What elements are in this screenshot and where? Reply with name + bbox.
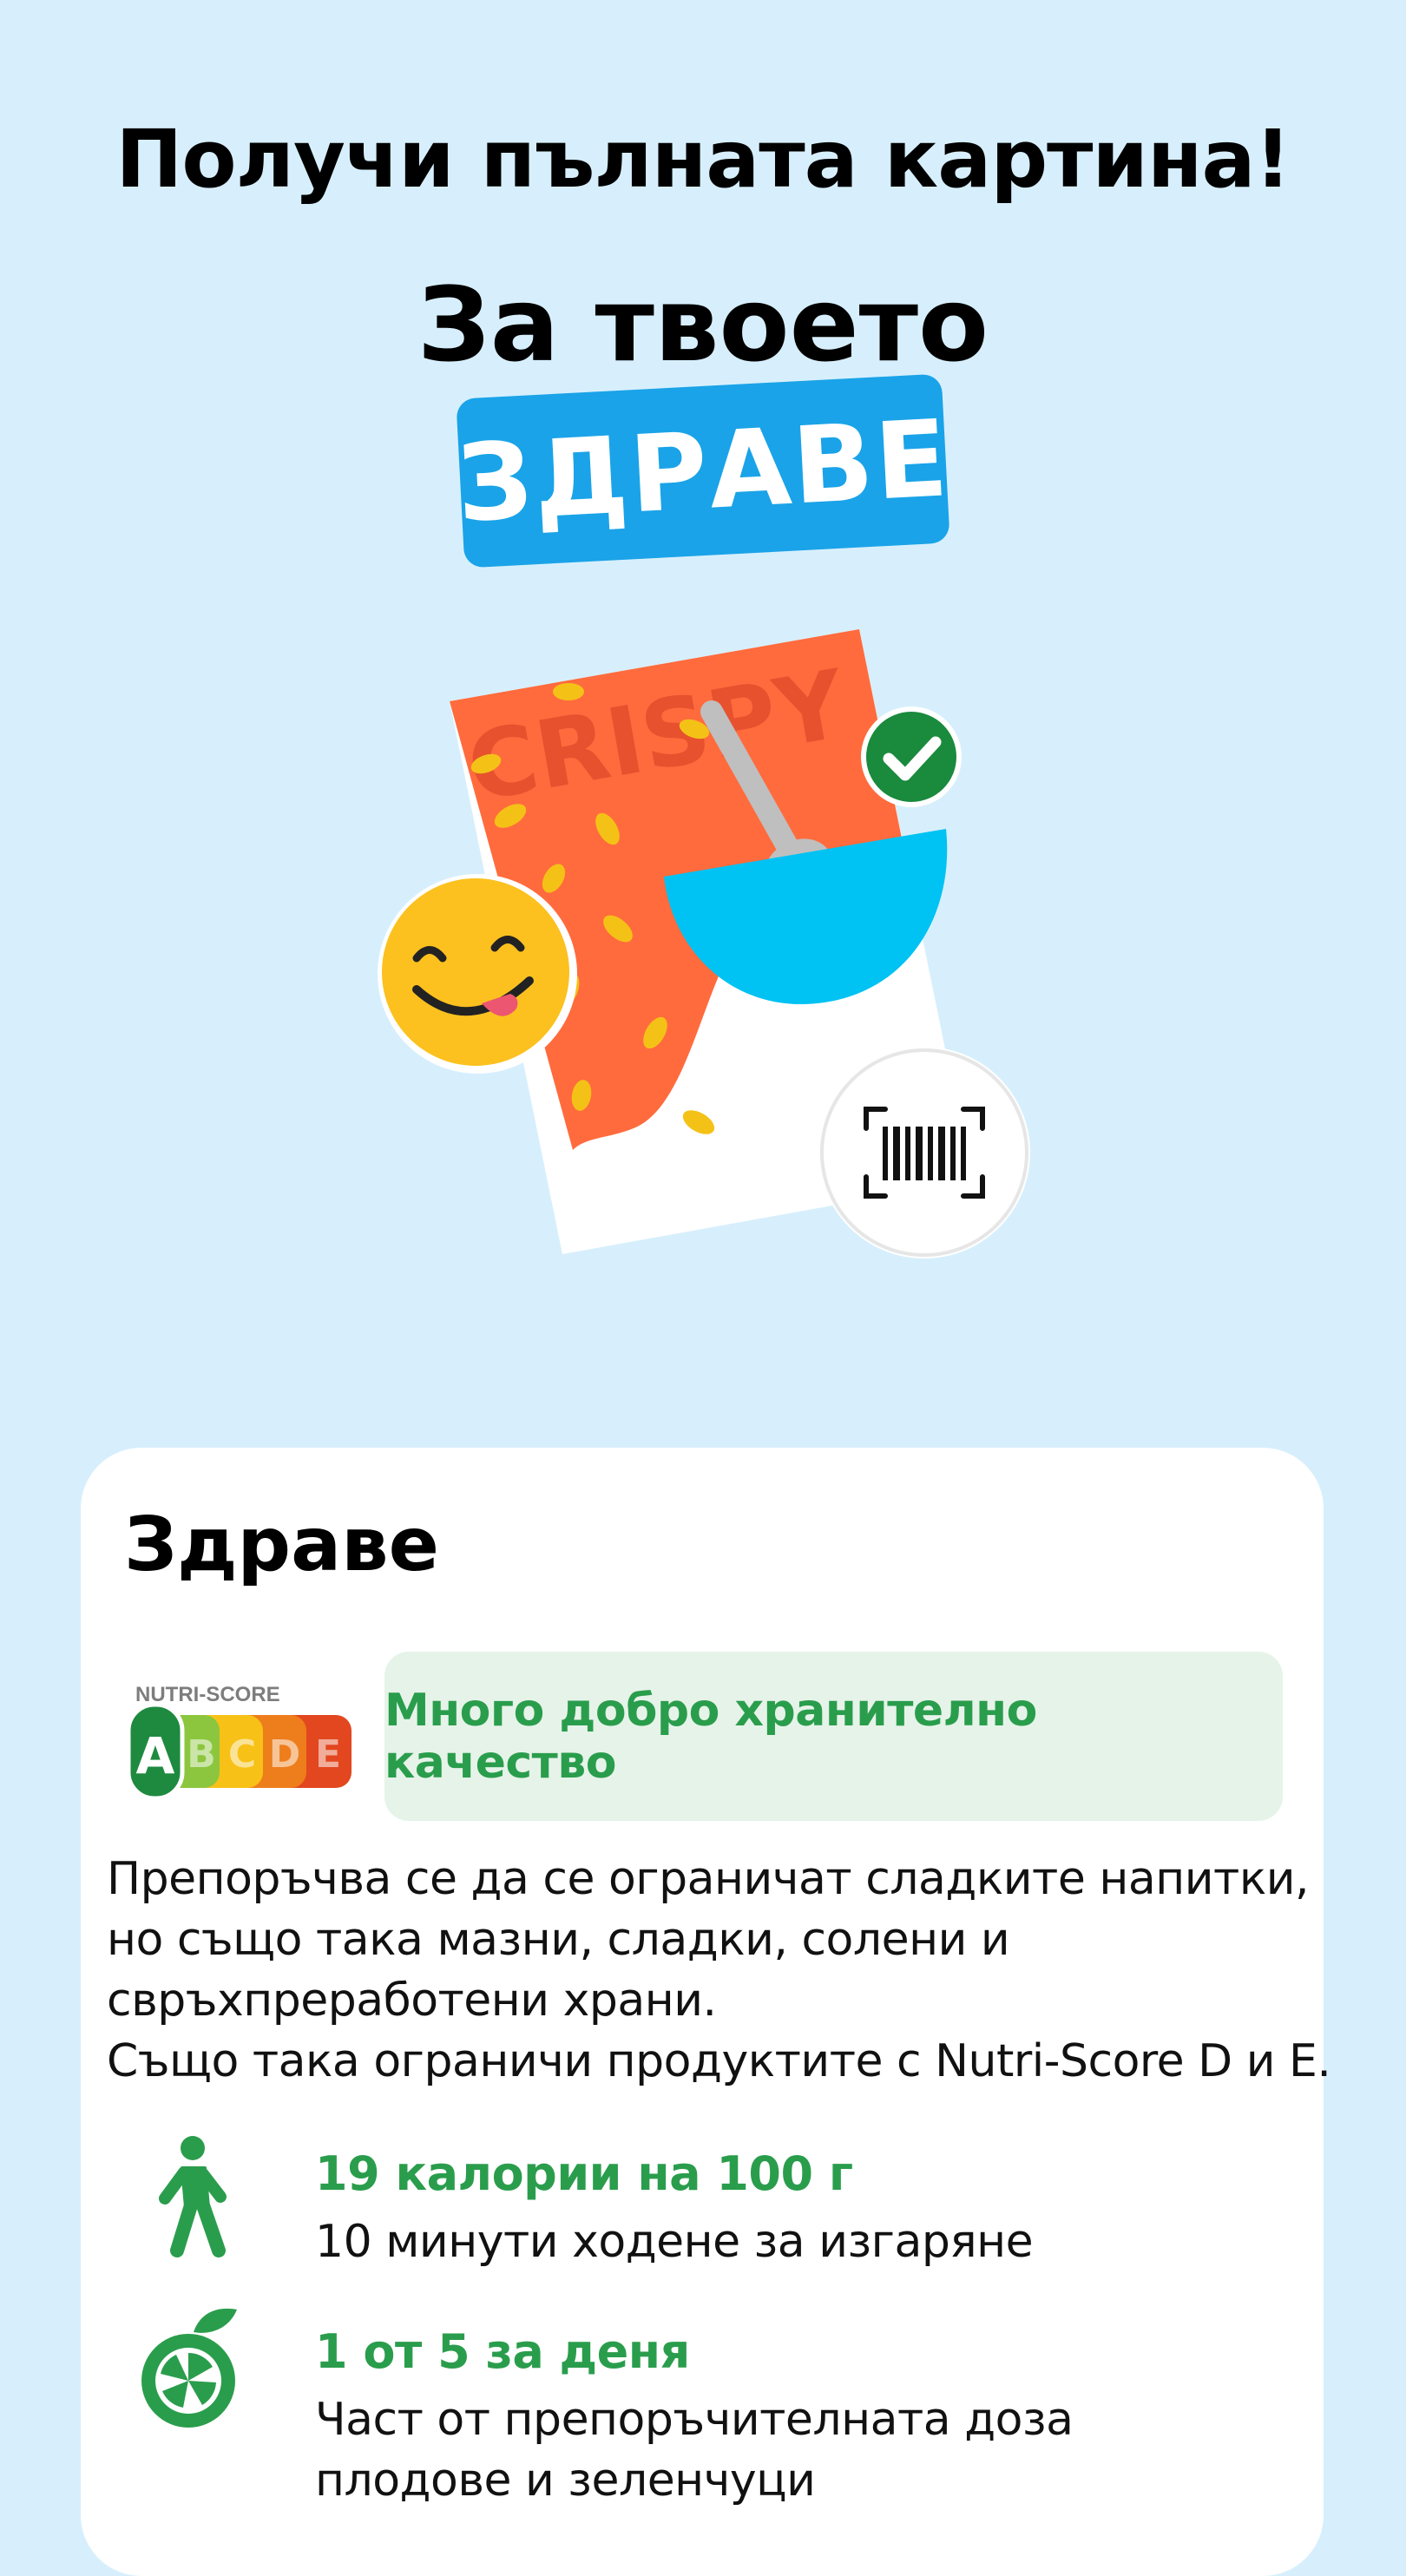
health-card: Здраве NUTRI-SCORE A B C D E Много добро… — [81, 1448, 1331, 2576]
calories-description: 10 минути ходене за изгаряне — [315, 2216, 1034, 2268]
health-highlight-text: ЗДРАВЕ — [453, 396, 953, 546]
nutri-grade-c: C — [228, 1732, 256, 1777]
fruit-description-line: плодове и зеленчуци — [315, 2454, 816, 2507]
recommendation-line: Препоръчва се да се ограничат сладките н… — [107, 1853, 1310, 1905]
check-badge-icon — [861, 706, 962, 807]
nutrition-quality-badge: Много добро хранително качество — [384, 1652, 1283, 1821]
nutri-score-logo: NUTRI-SCORE A B C D E — [128, 1683, 352, 1801]
nutrition-quality-text: Много добро хранително качество — [384, 1684, 1037, 1789]
product-illustration: CRISPY — [378, 629, 1030, 1258]
nutri-grade-d: D — [269, 1732, 301, 1777]
fruit-portion-title: 1 от 5 за деня — [315, 2324, 690, 2379]
emoji-face-icon — [378, 874, 577, 1074]
recommendation-line: но също така мазни, сладки, солени и — [107, 1914, 1010, 1966]
barcode-icon[interactable] — [818, 1047, 1030, 1258]
recommendation-line: Също така ограничи продуктите с Nutri-Sc… — [107, 2035, 1331, 2087]
nutri-grade-b: B — [187, 1732, 216, 1777]
fruit-portion-description: Част от препоръчителната доза плодове и … — [315, 2389, 1074, 2511]
walking-person-icon — [159, 2136, 227, 2257]
health-card-title: Здраве — [124, 1502, 439, 1588]
calories-title: 19 калории на 100 г — [315, 2146, 853, 2201]
fruit-icon — [141, 2308, 237, 2428]
recommendation-text: Препоръчва се да се ограничат сладките н… — [107, 1849, 1331, 2092]
health-highlight-badge: ЗДРАВЕ — [453, 373, 953, 568]
nutri-grade-e: E — [315, 1732, 341, 1777]
page-subheading: За твоето — [417, 265, 989, 384]
fruit-description-line: Част от препоръчителната доза — [315, 2394, 1074, 2446]
page-headline: Получи пълната картина! — [115, 113, 1291, 206]
nutri-grade-a: A — [136, 1726, 175, 1785]
recommendation-line: свръхпреработени храни. — [107, 1975, 717, 2027]
